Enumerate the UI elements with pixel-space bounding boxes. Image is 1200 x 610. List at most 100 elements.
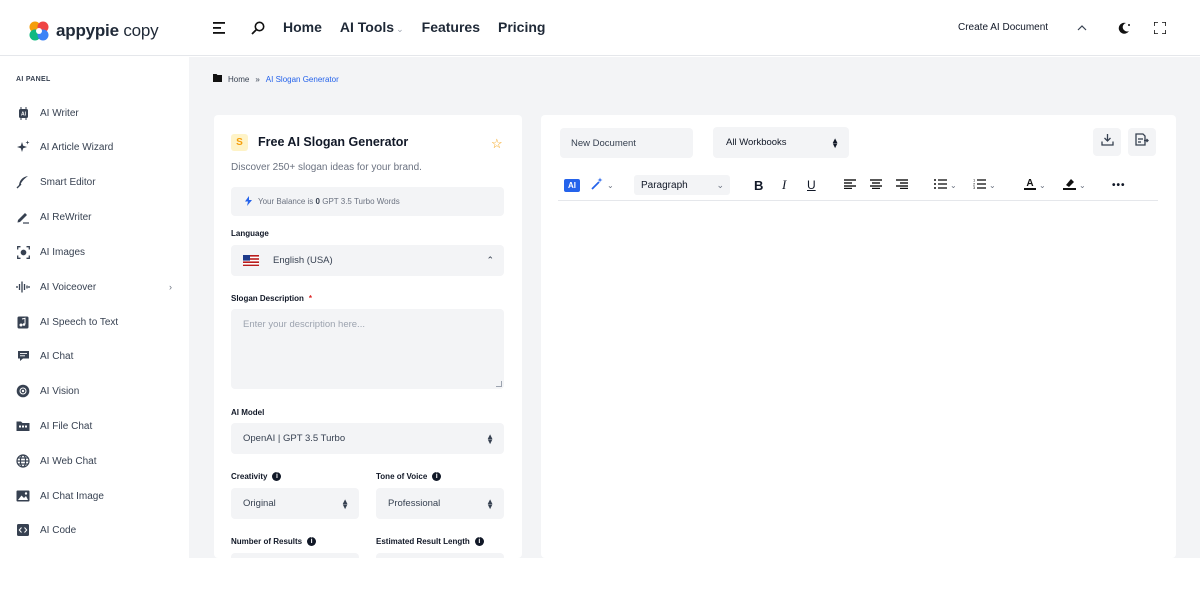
ai-assist-button[interactable]: AI [564, 177, 580, 193]
info-icon[interactable]: i [474, 537, 484, 546]
save-document-button[interactable] [1128, 128, 1156, 156]
bold-button[interactable]: B [754, 177, 763, 193]
menu-toggle-icon[interactable] [210, 18, 230, 38]
info-icon[interactable]: i [432, 472, 442, 481]
app-logo[interactable]: appypie copy [28, 20, 159, 42]
sidebar-item-ai-file-chat[interactable]: AI File Chat [16, 416, 176, 436]
chevron-up-icon: ⌃ [486, 255, 494, 265]
info-icon[interactable]: i [307, 537, 317, 546]
image-scan-icon [16, 245, 30, 259]
nav-ai-tools[interactable]: AI Tools ⌄ [340, 19, 404, 35]
info-icon[interactable]: i [272, 472, 282, 481]
sidebar-item-label: AI Article Wizard [40, 141, 114, 153]
svg-text:AI: AI [21, 111, 27, 117]
number-of-results-select[interactable] [231, 553, 359, 558]
ai-model-select[interactable]: OpenAI | GPT 3.5 Turbo ▲ ▼ [231, 423, 504, 454]
vision-icon [16, 384, 30, 398]
align-right-button[interactable] [896, 177, 908, 193]
sidebar-item-label: AI ReWriter [40, 211, 92, 223]
estimated-length-label: Estimated Result Length i [376, 537, 484, 546]
align-left-button[interactable] [844, 177, 856, 193]
sidebar-item-ai-vision[interactable]: AI Vision [16, 381, 176, 401]
document-name-input[interactable]: New Document [560, 128, 693, 158]
language-value: English (USA) [273, 255, 333, 266]
sidebar-item-ai-chat[interactable]: AI Chat [16, 346, 176, 366]
ai-chip-icon: AI [16, 106, 30, 120]
creativity-select[interactable]: Original ▲ ▼ [231, 488, 359, 519]
language-select[interactable]: English (USA) ⌃ [231, 245, 504, 276]
chevron-up-icon[interactable] [1072, 18, 1092, 38]
globe-icon [16, 454, 30, 468]
paragraph-value: Paragraph [641, 179, 688, 191]
numbered-list-button[interactable]: 123 ⌄ [973, 177, 996, 193]
language-label: Language [231, 229, 269, 238]
slogan-description-input[interactable]: Enter your description here... [231, 309, 504, 389]
audio-file-icon [16, 315, 30, 329]
sidebar-item-label: AI Code [40, 524, 77, 536]
breadcrumb-home[interactable]: Home [228, 75, 249, 84]
highlight-color-button[interactable]: ⌄ [1063, 177, 1086, 193]
sidebar-item-ai-code[interactable]: AI Code [16, 520, 176, 540]
more-options-button[interactable]: ••• [1112, 177, 1126, 193]
svg-text:3: 3 [973, 185, 976, 189]
sidebar-item-ai-article-wizard[interactable]: AI Article Wizard [16, 137, 176, 157]
sidebar-item-label: AI Voiceover [40, 281, 97, 293]
create-ai-document-button[interactable]: Create AI Document [958, 22, 1048, 33]
sidebar-item-ai-speech-to-text[interactable]: AI Speech to Text [16, 312, 176, 332]
fullscreen-icon[interactable] [1150, 18, 1170, 38]
sidebar-item-ai-rewriter[interactable]: AI ReWriter [16, 207, 176, 227]
underline-button[interactable]: U [807, 177, 816, 193]
ai-chip-label: AI [564, 178, 580, 192]
magic-wand-button[interactable]: ⌄ [590, 177, 614, 193]
chevron-down-icon: ⌄ [396, 24, 404, 34]
estimated-length-input[interactable] [376, 553, 504, 558]
document-editor-card: New Document All Workbooks ▲ ▼ AI ⌄ Parag… [541, 115, 1176, 558]
search-icon[interactable] [248, 18, 268, 38]
chevron-down-icon: ⌄ [950, 180, 957, 190]
italic-button[interactable]: I [782, 177, 786, 193]
chevron-down-icon: ⌄ [1039, 180, 1046, 190]
breadcrumb-current: AI Slogan Generator [265, 74, 339, 84]
tool-badge: S [231, 134, 248, 151]
balance-value: 0 [315, 197, 320, 206]
nav-features[interactable]: Features [422, 19, 480, 35]
sidebar-item-ai-chat-image[interactable]: AI Chat Image [16, 486, 176, 506]
download-button[interactable] [1093, 128, 1121, 156]
text-color-button[interactable]: A ⌄ [1024, 177, 1046, 193]
sidebar-item-smart-editor[interactable]: Smart Editor [16, 172, 176, 192]
chevron-right-icon: › [169, 282, 172, 292]
chat-icon [16, 349, 30, 363]
sidebar-item-ai-images[interactable]: AI Images [16, 242, 176, 262]
balance-prefix: Your Balance is [258, 197, 314, 206]
svg-text:A: A [1026, 178, 1033, 189]
sidebar-item-ai-web-chat[interactable]: AI Web Chat [16, 451, 176, 471]
sidebar-item-label: AI Writer [40, 107, 79, 119]
sparkle-icon [16, 140, 30, 154]
align-center-button[interactable] [870, 177, 882, 193]
feather-icon [16, 175, 30, 189]
resize-handle-icon[interactable] [496, 381, 502, 387]
tone-value: Professional [388, 498, 441, 509]
paragraph-style-select[interactable]: Paragraph ⌄ [634, 175, 730, 195]
sidebar-item-label: AI Chat Image [40, 490, 104, 502]
page-subtitle: Discover 250+ slogan ideas for your bran… [231, 162, 422, 173]
slogan-description-label: Slogan Description * [231, 294, 313, 303]
star-icon[interactable]: ☆ [491, 136, 503, 152]
sidebar-item-label: AI Images [40, 246, 86, 258]
text-color-icon: A [1024, 177, 1036, 193]
tone-of-voice-select[interactable]: Professional ▲ ▼ [376, 488, 504, 519]
chevron-down-icon: ⌄ [716, 179, 724, 190]
bullet-list-icon [934, 178, 947, 192]
sidebar-item-ai-writer[interactable]: AI AI Writer [16, 103, 176, 123]
workbook-select[interactable]: All Workbooks ▲ ▼ [713, 127, 849, 158]
nav-home[interactable]: Home [283, 19, 322, 35]
align-left-icon [844, 178, 856, 192]
waveform-icon [16, 280, 30, 294]
bullet-list-button[interactable]: ⌄ [934, 177, 957, 193]
sidebar-item-ai-voiceover[interactable]: AI Voiceover › [16, 277, 176, 297]
nav-pricing[interactable]: Pricing [498, 19, 545, 35]
number-of-results-label: Number of Results i [231, 537, 317, 546]
dark-mode-icon[interactable] [1114, 18, 1134, 38]
ai-model-label: AI Model [231, 408, 265, 417]
highlighter-icon [1063, 177, 1076, 193]
